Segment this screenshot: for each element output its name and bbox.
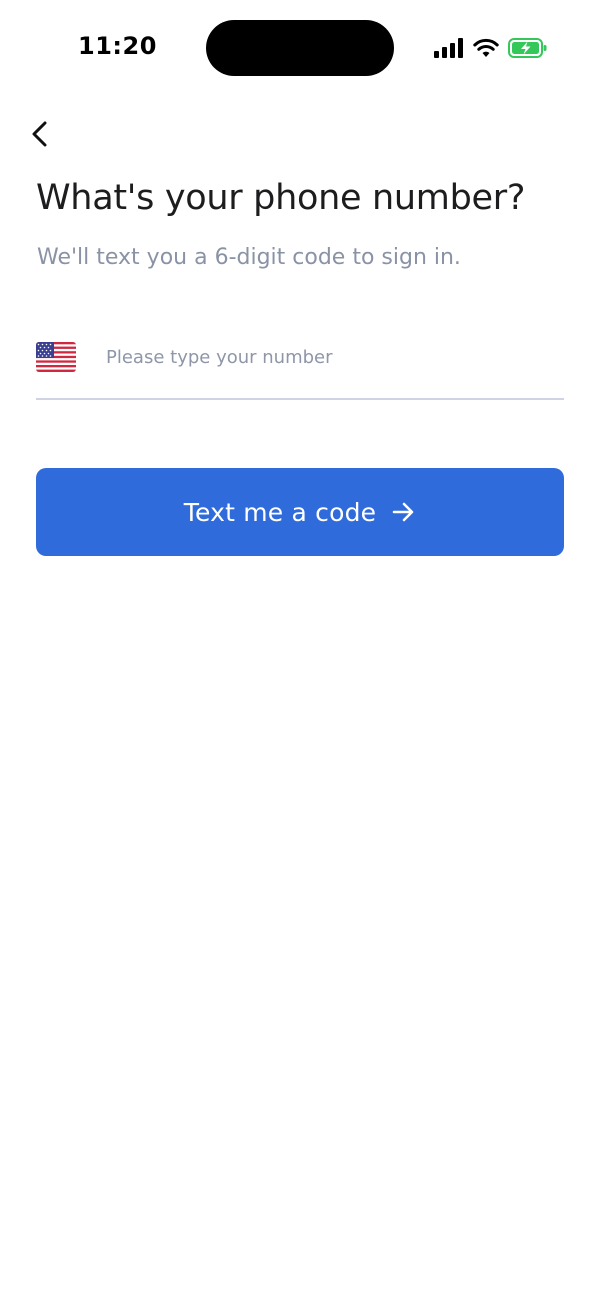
phone-number-field [36, 330, 564, 400]
text-me-a-code-label: Text me a code [183, 497, 377, 527]
arrow-right-icon [393, 502, 414, 522]
signal-icon [434, 38, 463, 58]
wifi-icon [473, 38, 499, 57]
status-bar: 11:20 [0, 0, 600, 96]
country-code-selector[interactable] [36, 342, 76, 372]
battery-charging-icon [508, 38, 547, 58]
text-me-a-code-button[interactable]: Text me a code [36, 468, 564, 556]
phone-number-input[interactable] [106, 338, 556, 376]
back-button[interactable] [20, 114, 60, 154]
chevron-left-icon [32, 121, 47, 147]
dynamic-island [206, 20, 394, 76]
page-subtitle: We'll text you a 6-digit code to sign in… [37, 245, 461, 270]
phone-signin-screen: 11:20 What's your phone number? We'll te… [0, 0, 600, 1304]
page-title: What's your phone number? [36, 178, 526, 218]
us-flag-icon [36, 342, 76, 372]
status-time: 11:20 [78, 32, 157, 60]
status-icons [434, 36, 548, 60]
